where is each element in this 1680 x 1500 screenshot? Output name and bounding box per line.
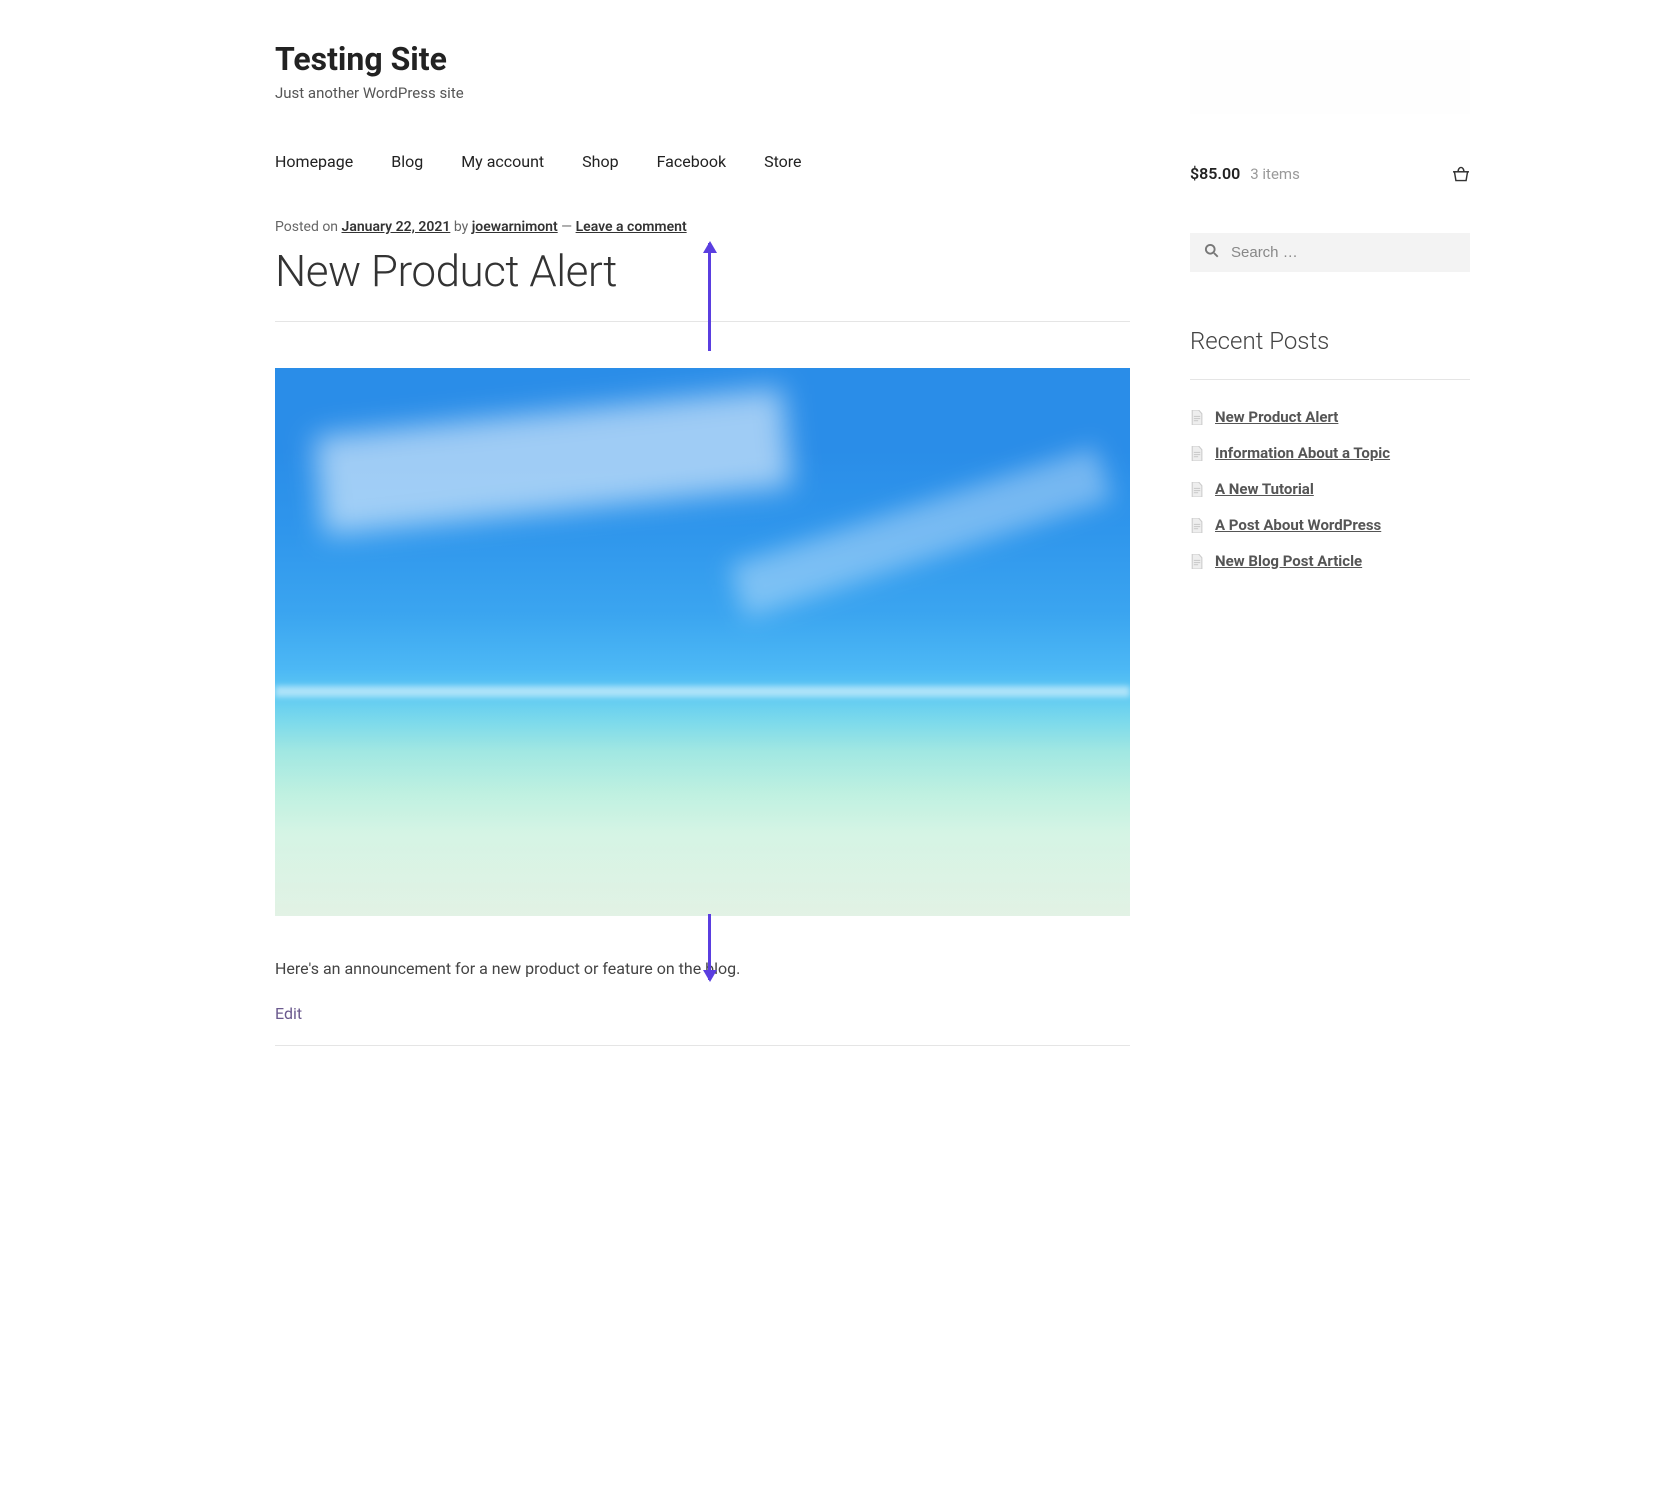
post-meta: Posted on January 22, 2021 by joewarnimo…: [275, 219, 1130, 235]
site-tagline: Just another WordPress site: [275, 84, 1130, 102]
recent-posts-list: New Product Alert Information About a To…: [1190, 408, 1470, 570]
post-date-link[interactable]: January 22, 2021: [342, 219, 451, 235]
document-icon: [1190, 482, 1203, 497]
cart-items-count: 3 items: [1250, 165, 1452, 183]
leave-comment-link[interactable]: Leave a comment: [576, 219, 687, 235]
post-footer-divider: [275, 1045, 1130, 1046]
cart-amount: $85.00: [1190, 164, 1240, 183]
search-input[interactable]: [1231, 244, 1456, 261]
document-icon: [1190, 446, 1203, 461]
nav-facebook[interactable]: Facebook: [657, 152, 726, 171]
nav-my-account[interactable]: My account: [461, 152, 544, 171]
primary-nav: Homepage Blog My account Shop Facebook S…: [275, 152, 1130, 171]
search-box[interactable]: [1190, 233, 1470, 272]
nav-blog[interactable]: Blog: [391, 152, 423, 171]
widget-divider: [1190, 379, 1470, 380]
post-author-link[interactable]: joewarnimont: [472, 219, 558, 235]
site-title[interactable]: Testing Site: [275, 40, 1130, 78]
cart-summary[interactable]: $85.00 3 items: [1190, 164, 1470, 183]
recent-post-link[interactable]: A New Tutorial: [1215, 480, 1314, 498]
recent-post-link[interactable]: A Post About WordPress: [1215, 516, 1381, 534]
edit-link[interactable]: Edit: [275, 1004, 1130, 1023]
search-icon: [1204, 243, 1231, 262]
nav-homepage[interactable]: Homepage: [275, 152, 353, 171]
document-icon: [1190, 518, 1203, 533]
site-header: Testing Site Just another WordPress site: [275, 40, 1130, 102]
posted-on-label: Posted on: [275, 219, 342, 235]
document-icon: [1190, 554, 1203, 569]
featured-image: [275, 368, 1130, 916]
list-item: A New Tutorial: [1190, 480, 1470, 498]
list-item: A Post About WordPress: [1190, 516, 1470, 534]
post-title: New Product Alert: [275, 245, 1130, 322]
list-item: New Blog Post Article: [1190, 552, 1470, 570]
nav-shop[interactable]: Shop: [582, 152, 618, 171]
annotation-arrow-up-icon: [708, 243, 711, 351]
document-icon: [1190, 410, 1203, 425]
recent-post-link[interactable]: New Blog Post Article: [1215, 552, 1362, 570]
recent-post-link[interactable]: New Product Alert: [1215, 408, 1338, 426]
by-label: by: [450, 219, 471, 235]
header-ad-placeholder: [1190, 40, 1470, 114]
recent-posts-title: Recent Posts: [1190, 327, 1470, 355]
list-item: New Product Alert: [1190, 408, 1470, 426]
basket-icon[interactable]: [1452, 166, 1470, 182]
nav-store[interactable]: Store: [764, 152, 801, 171]
annotation-arrow-down-icon: [708, 914, 711, 980]
meta-dash: —: [558, 219, 576, 235]
list-item: Information About a Topic: [1190, 444, 1470, 462]
recent-post-link[interactable]: Information About a Topic: [1215, 444, 1390, 462]
